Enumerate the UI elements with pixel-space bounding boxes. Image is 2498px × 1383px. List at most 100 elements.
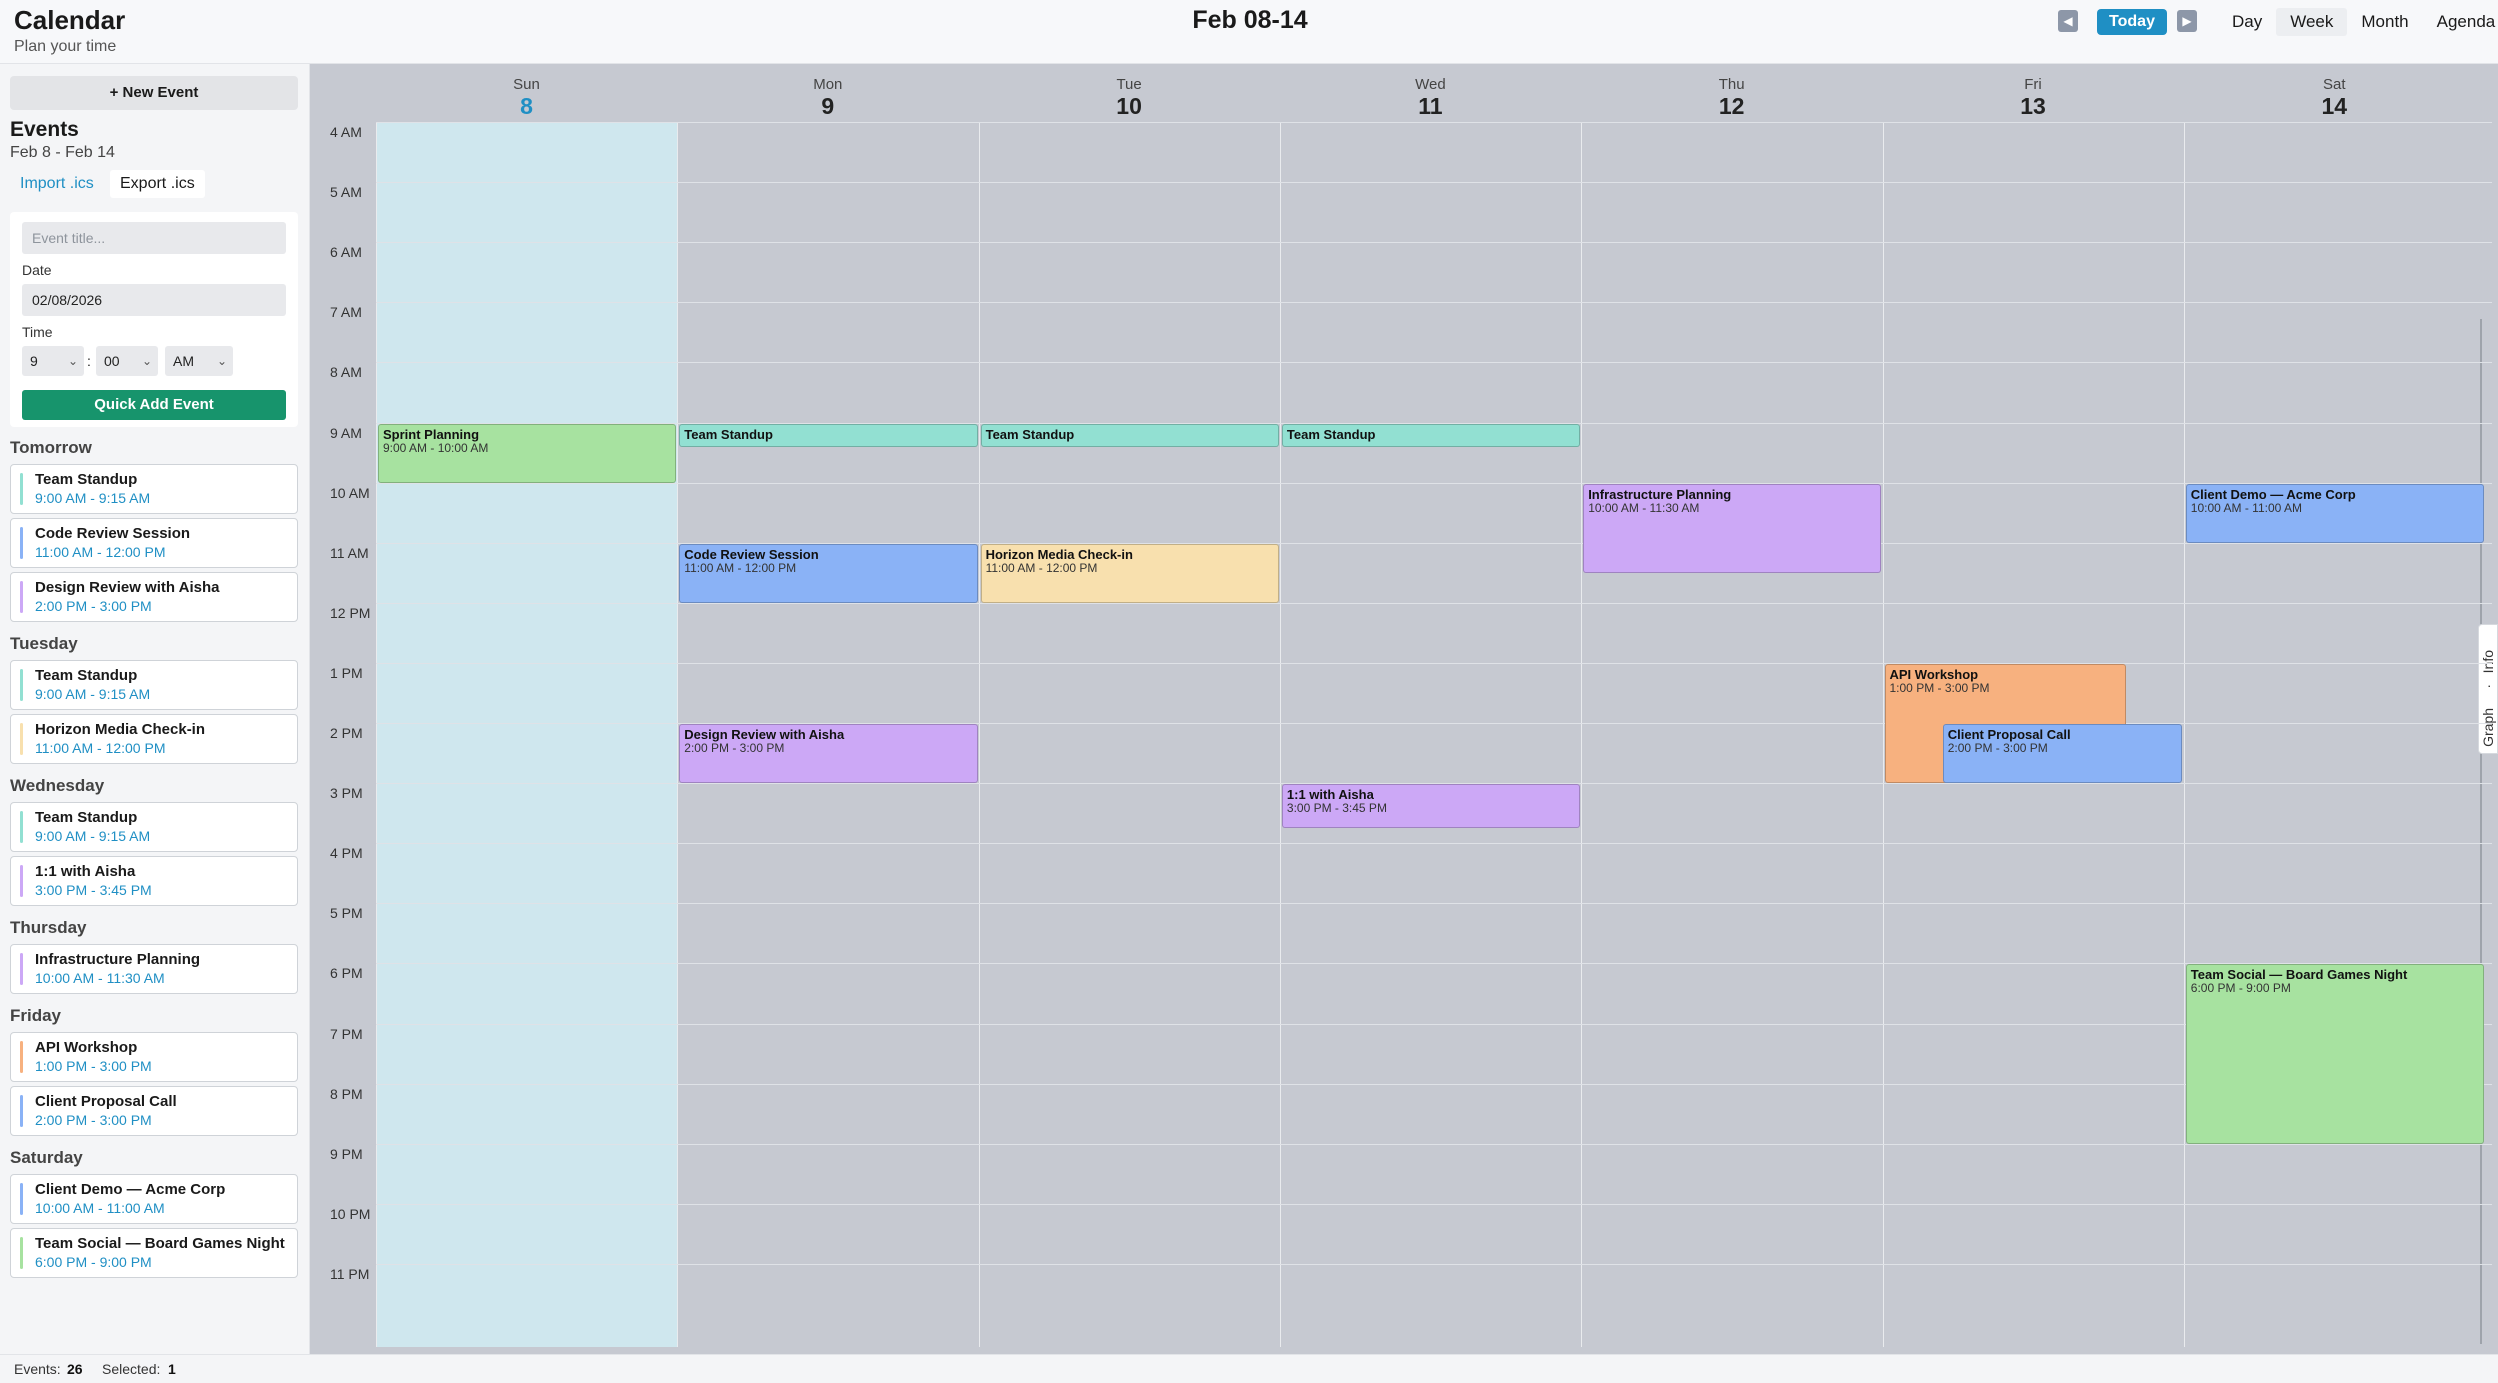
event-color-bar bbox=[20, 723, 23, 755]
agenda-event-card[interactable]: API Workshop 1:00 PM - 3:00 PM bbox=[10, 1032, 298, 1082]
hour-gridline bbox=[376, 963, 2492, 965]
agenda-event-time: 11:00 AM - 12:00 PM bbox=[35, 740, 166, 756]
day-column-divider bbox=[1581, 122, 1583, 1347]
calendar-event[interactable]: 1:1 with Aisha 3:00 PM - 3:45 PM bbox=[1281, 784, 1581, 829]
hour-value: 9 bbox=[30, 353, 38, 369]
day-column-header[interactable]: Sat 14 bbox=[2184, 76, 2485, 120]
calendar-event[interactable]: Client Proposal Call 2:00 PM - 3:00 PM bbox=[1942, 724, 2182, 784]
day-column-header[interactable]: Tue 10 bbox=[979, 76, 1280, 120]
ampm-select[interactable]: AM ⌄ bbox=[165, 346, 233, 376]
hour-label: 6 PM bbox=[330, 965, 363, 982]
agenda-event-card[interactable]: Team Standup 9:00 AM - 9:15 AM bbox=[10, 802, 298, 852]
event-time: 2:00 PM - 3:00 PM bbox=[684, 741, 785, 755]
agenda-event-title: Client Demo — Acme Corp bbox=[35, 1181, 226, 1198]
agenda-event-card[interactable]: Team Standup 9:00 AM - 9:15 AM bbox=[10, 660, 298, 710]
calendar-event[interactable]: Infrastructure Planning 10:00 AM - 11:30 … bbox=[1583, 483, 1882, 573]
calendar-event[interactable]: Horizon Media Check-in 11:00 AM - 12:00 P… bbox=[980, 543, 1279, 603]
event-color-bar bbox=[20, 473, 23, 505]
calendar-event[interactable]: Team Social — Board Games Night 6:00 PM -… bbox=[2185, 964, 2485, 1144]
info-tab[interactable]: Info bbox=[2480, 650, 2496, 673]
agenda-event-time: 2:00 PM - 3:00 PM bbox=[35, 598, 152, 614]
event-color-bar bbox=[20, 1183, 23, 1215]
agenda-event-card[interactable]: Team Social — Board Games Night 6:00 PM … bbox=[10, 1228, 298, 1278]
date-label: Date bbox=[22, 262, 52, 278]
day-column-header[interactable]: Fri 13 bbox=[1883, 76, 2184, 120]
view-week-button[interactable]: Week bbox=[2276, 8, 2348, 36]
event-color-bar bbox=[20, 811, 23, 843]
graph-tab[interactable]: Graph bbox=[2480, 708, 2496, 747]
agenda-event-card[interactable]: Design Review with Aisha 2:00 PM - 3:00 … bbox=[10, 572, 298, 622]
calendar-event[interactable]: Design Review with Aisha 2:00 PM - 3:00 P… bbox=[679, 724, 978, 784]
day-column-header[interactable]: Sun 8 bbox=[376, 76, 677, 120]
calendar-event[interactable]: Team Standup bbox=[679, 423, 978, 447]
hour-select[interactable]: 9 ⌄ bbox=[22, 346, 84, 376]
app-subtitle: Plan your time bbox=[14, 38, 117, 55]
calendar-event[interactable]: Team Standup bbox=[1281, 423, 1581, 447]
view-agenda-button[interactable]: Agenda bbox=[2423, 8, 2498, 36]
hour-gridline bbox=[376, 242, 2492, 244]
hour-label: 9 AM bbox=[330, 424, 362, 441]
agenda-event-title: 1:1 with Aisha bbox=[35, 863, 136, 880]
event-title: Team Standup bbox=[1286, 426, 1376, 442]
date-field[interactable]: 02/08/2026 bbox=[22, 284, 286, 316]
agenda-event-title: API Workshop bbox=[35, 1039, 138, 1056]
agenda-event-card[interactable]: Horizon Media Check-in 11:00 AM - 12:00 … bbox=[10, 714, 298, 764]
app-title: Calendar bbox=[14, 5, 126, 35]
day-column-header[interactable]: Thu 12 bbox=[1581, 76, 1882, 120]
hour-label: 8 AM bbox=[330, 364, 362, 381]
ampm-value: AM bbox=[173, 353, 194, 369]
agenda-event-card[interactable]: Team Standup 9:00 AM - 9:15 AM bbox=[10, 464, 298, 514]
today-button[interactable]: Today bbox=[2097, 9, 2167, 35]
new-event-button[interactable]: + New Event bbox=[10, 76, 298, 110]
hour-gridline bbox=[376, 182, 2492, 184]
day-name: Sat bbox=[2323, 76, 2346, 93]
hour-label: 5 PM bbox=[330, 905, 363, 922]
agenda-event-card[interactable]: Client Demo — Acme Corp 10:00 AM - 11:00… bbox=[10, 1174, 298, 1224]
hour-gridline bbox=[376, 1263, 2492, 1265]
minute-select[interactable]: 00 ⌄ bbox=[96, 346, 158, 376]
today-column-highlight bbox=[376, 122, 677, 1347]
day-date: 8 bbox=[520, 93, 533, 119]
next-arrow-icon[interactable]: ▶ bbox=[2177, 10, 2197, 32]
agenda-event-card[interactable]: Code Review Session 11:00 AM - 12:00 PM bbox=[10, 518, 298, 568]
event-time: 11:00 AM - 12:00 PM bbox=[684, 560, 797, 575]
agenda-event-card[interactable]: Infrastructure Planning 10:00 AM - 11:30… bbox=[10, 944, 298, 994]
quick-add-event-button[interactable]: Quick Add Event bbox=[22, 390, 286, 420]
day-name: Thu bbox=[1718, 76, 1745, 93]
agenda-event-title: Team Standup bbox=[35, 667, 138, 684]
agenda-day-label: Tomorrow bbox=[10, 438, 92, 457]
vertical-scrollbar[interactable] bbox=[2480, 319, 2482, 1344]
agenda-day-label: Friday bbox=[10, 1006, 62, 1025]
export-ics-button[interactable]: Export .ics bbox=[110, 170, 205, 198]
import-ics-button[interactable]: Import .ics bbox=[10, 170, 104, 198]
agenda-event-card[interactable]: 1:1 with Aisha 3:00 PM - 3:45 PM bbox=[10, 856, 298, 906]
event-time: 1:00 PM - 3:00 PM bbox=[1889, 680, 1990, 695]
hour-label: 7 AM bbox=[330, 304, 362, 321]
agenda-event-time: 11:00 AM - 12:00 PM bbox=[35, 544, 166, 560]
calendar-event[interactable]: Sprint Planning 9:00 AM - 10:00 AM bbox=[378, 423, 677, 483]
hour-label: 7 PM bbox=[330, 1025, 363, 1042]
calendar-event[interactable]: Code Review Session 11:00 AM - 12:00 PM bbox=[679, 543, 978, 603]
day-date: 14 bbox=[2321, 93, 2348, 119]
hour-label: 10 AM bbox=[330, 484, 370, 501]
event-title: Team Social — Board Games Night bbox=[2190, 967, 2408, 983]
event-title-input[interactable] bbox=[22, 222, 286, 254]
agenda-event-card[interactable]: Client Proposal Call 2:00 PM - 3:00 PM bbox=[10, 1086, 298, 1136]
event-color-bar bbox=[20, 1095, 23, 1127]
week-grid[interactable]: Graph · Info Sun 8 Mon 9 Tue 10 Wed 11 Thu 12 Fri 1… bbox=[310, 64, 2498, 1354]
sidebar: + New Event Events Feb 8 - Feb 14 Import… bbox=[0, 64, 310, 1354]
view-day-button[interactable]: Day bbox=[2218, 8, 2276, 36]
selected-count-label: Selected: bbox=[102, 1361, 161, 1377]
view-month-button[interactable]: Month bbox=[2347, 8, 2422, 36]
day-column-header[interactable]: Wed 11 bbox=[1280, 76, 1581, 120]
events-heading: Events bbox=[10, 118, 79, 141]
quick-add-panel: Date 02/08/2026 Time 9 ⌄ : 00 ⌄ AM ⌄ Qui… bbox=[10, 212, 298, 427]
prev-arrow-icon[interactable]: ◀ bbox=[2058, 10, 2078, 32]
event-title: Sprint Planning bbox=[383, 426, 480, 442]
day-column-header[interactable]: Mon 9 bbox=[677, 76, 978, 120]
hour-label: 8 PM bbox=[330, 1085, 363, 1102]
calendar-event[interactable]: Team Standup bbox=[980, 423, 1279, 447]
hour-gridline bbox=[376, 482, 2492, 484]
calendar-event[interactable]: Client Demo — Acme Corp 10:00 AM - 11:00 … bbox=[2185, 483, 2485, 543]
agenda-event-title: Horizon Media Check-in bbox=[35, 721, 206, 738]
